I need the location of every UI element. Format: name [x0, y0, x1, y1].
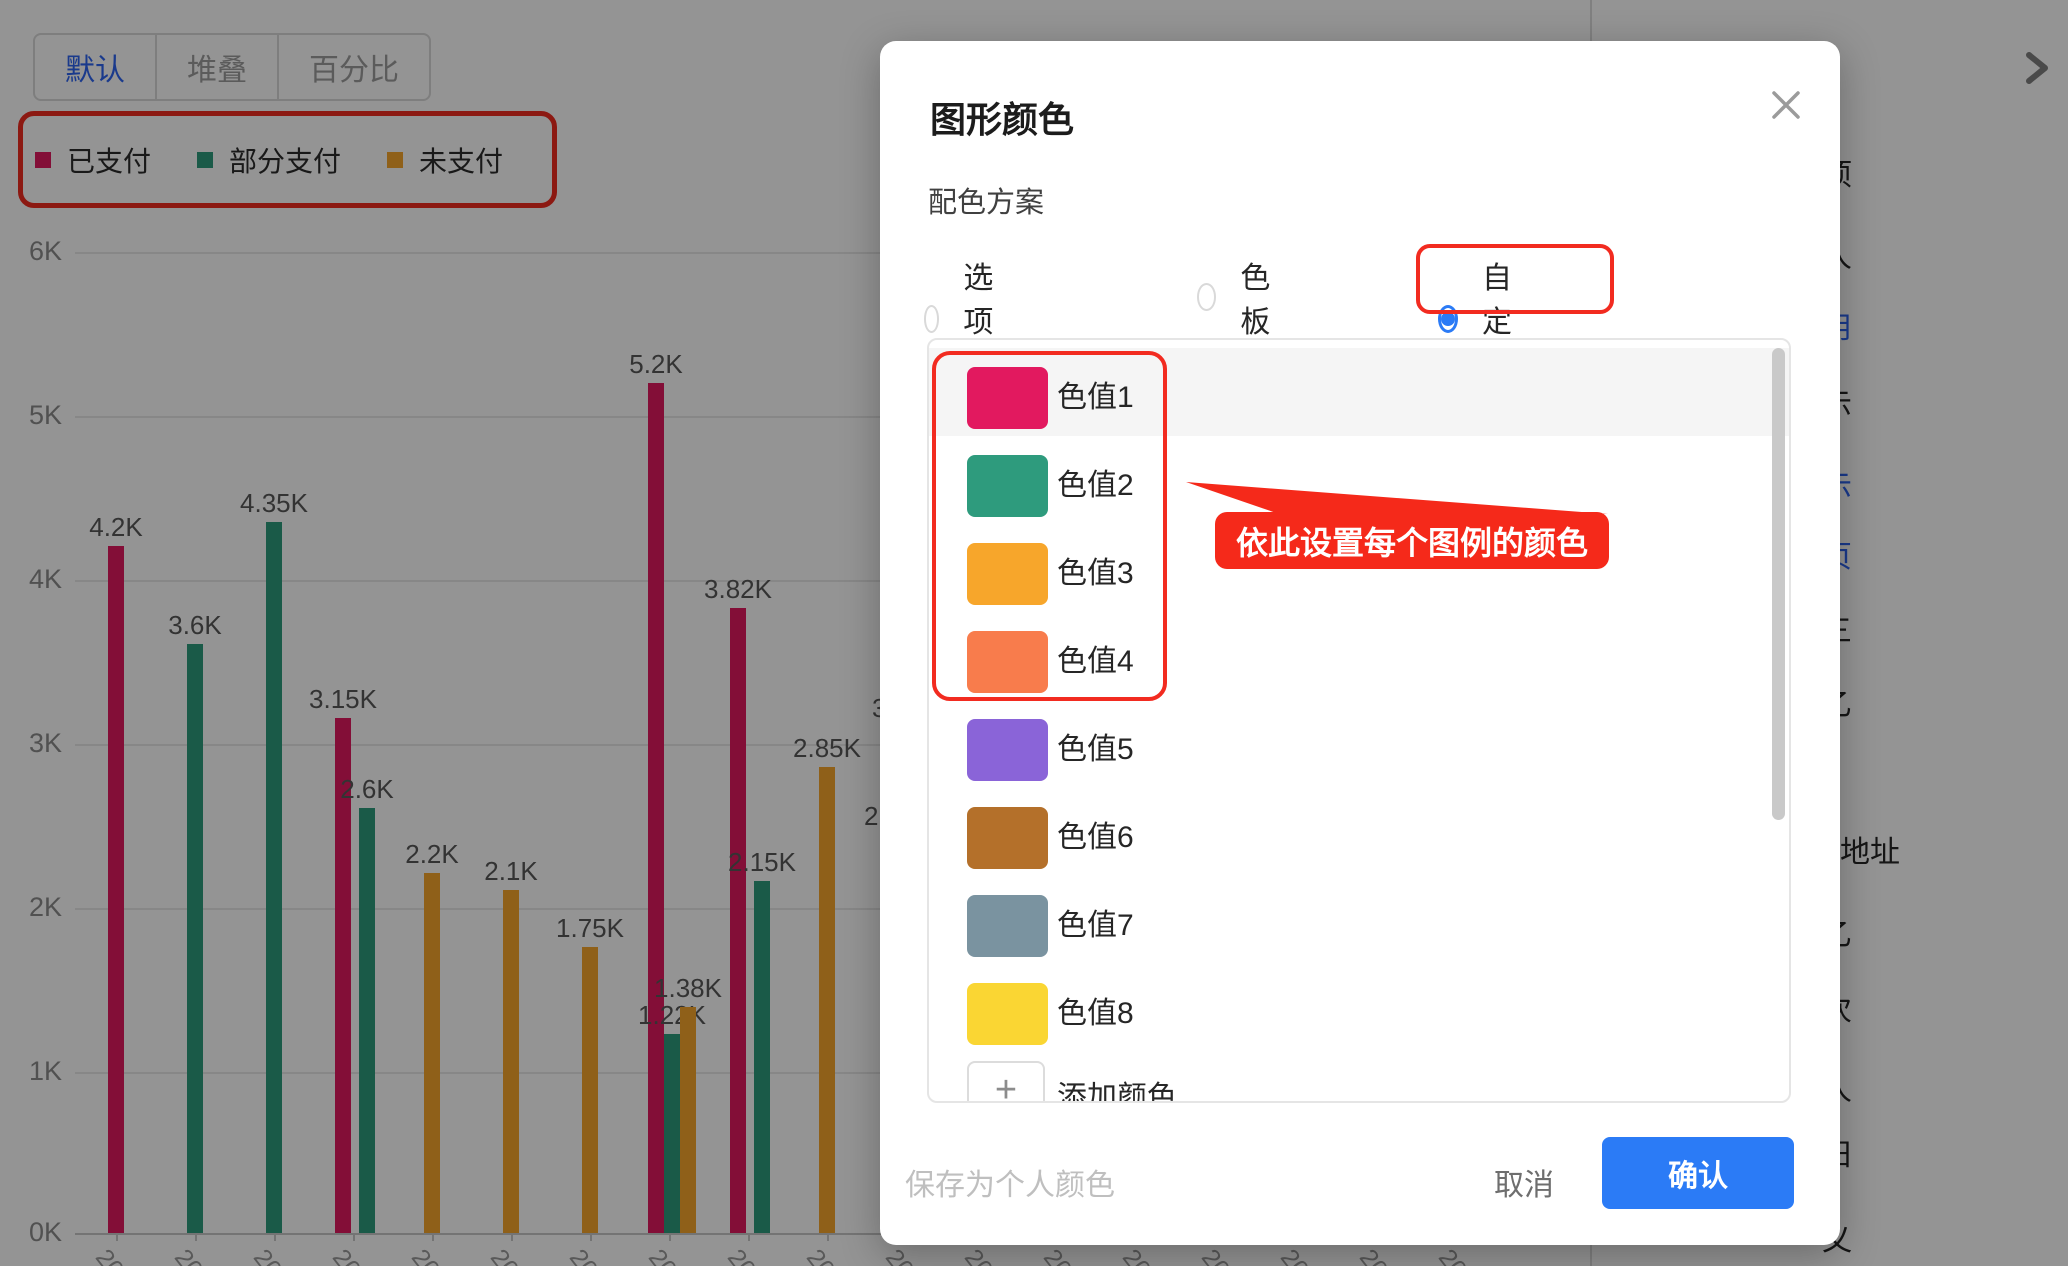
color-swatch-label: 色值4 — [1057, 636, 1134, 680]
radio-circle-icon — [1197, 283, 1216, 311]
radio-label: 色板 — [1240, 253, 1279, 341]
color-row-4[interactable]: 色值4 — [929, 612, 1789, 700]
color-swatch-label: 色值2 — [1057, 460, 1134, 504]
add-color-row[interactable]: + 添加颜色 — [929, 1052, 1789, 1103]
radio-dot-icon — [1441, 312, 1455, 326]
color-swatch-label: 色值8 — [1057, 988, 1134, 1032]
color-swatch[interactable] — [967, 807, 1048, 869]
plus-icon[interactable]: + — [967, 1061, 1045, 1103]
annotation-callout: 依此设置每个图例的颜色 — [1215, 512, 1609, 569]
radio-circle-icon — [924, 305, 939, 333]
color-swatch-label: 色值7 — [1057, 900, 1134, 944]
modal-title: 图形颜色 — [930, 91, 1074, 143]
color-row-2[interactable]: 色值2 — [929, 436, 1789, 524]
color-swatch-label: 色值5 — [1057, 724, 1134, 768]
annotation-text: 依此设置每个图例的颜色 — [1236, 518, 1588, 564]
custom-color-list: 色值1 色值2 色值3 色值4 色值5 色值6 色值7 色值8 + 添加颜色 — [927, 338, 1791, 1103]
cancel-button[interactable]: 取消 — [1494, 1160, 1554, 1204]
confirm-button[interactable]: 确认 — [1602, 1137, 1794, 1209]
color-settings-modal: 图形颜色 配色方案 选项色色板自定义 色值1色值2色值3色值4色值5色值6色值7… — [880, 41, 1840, 1245]
app-root: 默认堆叠百分比 已支付部分支付未支付 6K5K4K3K2K1K0K2020202… — [0, 0, 2068, 1266]
color-swatch[interactable] — [967, 719, 1048, 781]
color-row-5[interactable]: 色值5 — [929, 700, 1789, 788]
color-swatch[interactable] — [967, 631, 1048, 693]
color-swatch[interactable] — [967, 367, 1048, 429]
radio-circle-icon — [1438, 305, 1458, 333]
color-scheme-section-label: 配色方案 — [928, 179, 1044, 221]
list-scrollbar-thumb[interactable] — [1772, 348, 1785, 820]
color-swatch[interactable] — [967, 983, 1048, 1045]
color-row-8[interactable]: 色值8 — [929, 964, 1789, 1052]
color-swatch-label: 色值3 — [1057, 548, 1134, 592]
save-personal-colors-link[interactable]: 保存为个人颜色 — [905, 1160, 1115, 1204]
color-swatch-label: 色值1 — [1057, 372, 1134, 416]
color-swatch[interactable] — [967, 455, 1048, 517]
color-swatch[interactable] — [967, 543, 1048, 605]
color-swatch[interactable] — [967, 895, 1048, 957]
close-icon[interactable] — [1766, 85, 1806, 125]
color-row-1[interactable]: 色值1 — [929, 348, 1789, 436]
color-row-6[interactable]: 色值6 — [929, 788, 1789, 876]
color-scheme-radio-2[interactable]: 色板 — [1197, 253, 1279, 341]
add-color-label: 添加颜色 — [1057, 1072, 1177, 1103]
color-row-7[interactable]: 色值7 — [929, 876, 1789, 964]
color-swatch-label: 色值6 — [1057, 812, 1134, 856]
